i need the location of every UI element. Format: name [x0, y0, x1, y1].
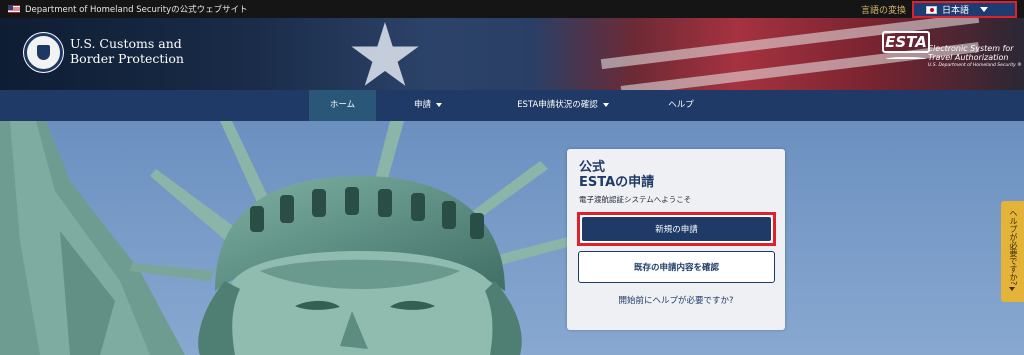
nav-item-status[interactable]: ESTA申請状況の確認 — [510, 90, 616, 121]
language-select-value: 日本語 — [942, 6, 970, 16]
help-before-start-link[interactable]: 開始前にヘルプが必要ですか? — [567, 294, 785, 306]
agency-name-line1: U.S. Customs and — [70, 36, 182, 51]
esta-fullname-line2: Travel Authorization — [928, 53, 1009, 62]
existing-application-button[interactable]: 既存の申請内容を確認 — [578, 251, 775, 283]
new-application-button-label: 新規の申請 — [582, 217, 771, 241]
hero-image — [0, 121, 1024, 355]
agency-name[interactable]: U.S. Customs and Border Protection — [70, 36, 190, 66]
main-nav: ホーム 申請 ESTA申請状況の確認 ヘルプ — [0, 90, 1024, 121]
esta-fullname: Electronic System for Travel Authorizati… — [928, 44, 1020, 62]
nav-item-label: ホーム — [329, 100, 356, 110]
card-title-line2: ESTAの申請 — [579, 175, 655, 190]
agency-name-line2: Border Protection — [70, 51, 184, 66]
esta-fullname-line1: Electronic System for — [928, 44, 1014, 53]
card-subtitle: 電子渡航認証システムへようこそ — [579, 195, 692, 204]
statue-of-liberty-image — [0, 121, 1024, 355]
cbp-seal-logo[interactable] — [24, 33, 63, 72]
help-side-tab[interactable]: ヘルプが必要ですか? — [1001, 201, 1024, 302]
language-select[interactable]: 日本語 — [912, 1, 1017, 18]
gov-notice-text: Department of Homeland Securityの公式ウェブサイト — [25, 5, 248, 15]
language-change-link[interactable]: 言語の変換 — [861, 3, 906, 16]
top-utility-bar: Department of Homeland Securityの公式ウェブサイト… — [0, 0, 1024, 18]
flag-star-decoration — [351, 22, 419, 86]
nav-item-help[interactable]: ヘルプ — [660, 90, 702, 121]
japan-flag-icon — [926, 5, 937, 14]
esta-swoosh-icon — [886, 57, 926, 61]
welcome-card: 公式 ESTAの申請 電子渡航認証システムへようこそ 新規の申請 既存の申請内容… — [567, 149, 785, 330]
nav-item-apply[interactable]: 申請 — [397, 90, 459, 121]
chevron-down-icon — [980, 7, 989, 12]
esta-logo-mark: ESTA — [882, 31, 930, 53]
nav-item-home[interactable]: ホーム — [309, 90, 376, 121]
card-title: 公式 ESTAの申請 — [579, 160, 779, 190]
chevron-down-icon — [436, 102, 442, 107]
gov-notice: Department of Homeland Securityの公式ウェブサイト — [8, 3, 248, 15]
nav-item-label: 申請 — [413, 100, 431, 110]
card-title-line1: 公式 — [579, 160, 606, 175]
caret-down-icon — [1009, 287, 1015, 291]
us-flag-icon — [8, 5, 20, 13]
esta-department: U.S. Department of Homeland Security ® — [928, 63, 1022, 68]
help-side-tab-label: ヘルプが必要ですか? — [1009, 209, 1018, 286]
esta-logo[interactable]: ESTA — [882, 27, 932, 65]
nav-item-label: ヘルプ — [668, 100, 694, 110]
nav-item-label: ESTA申請状況の確認 — [517, 100, 598, 110]
chevron-down-icon — [602, 102, 609, 107]
new-application-button[interactable]: 新規の申請 — [577, 212, 776, 246]
site-header: U.S. Customs and Border Protection ESTA … — [0, 18, 1024, 90]
